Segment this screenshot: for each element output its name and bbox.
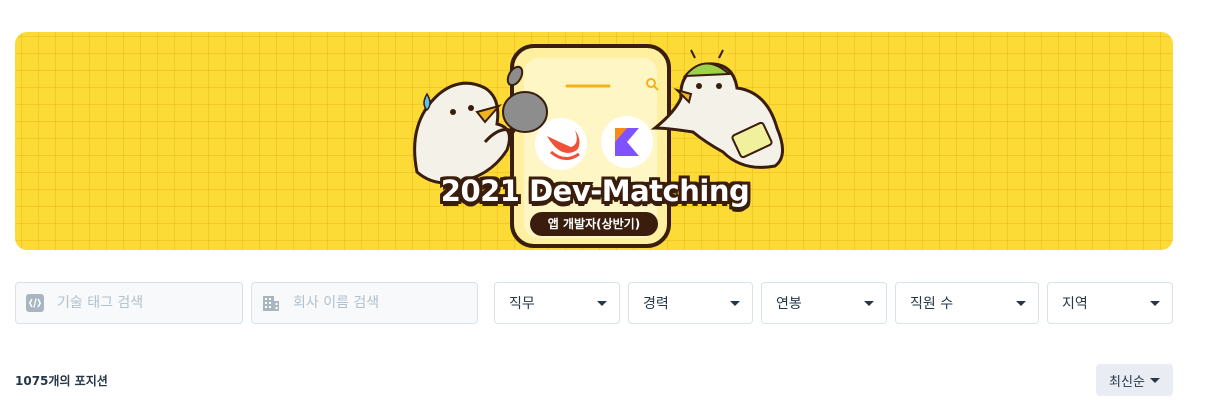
caret-down-icon [1016, 300, 1026, 306]
building-icon [262, 294, 280, 312]
sort-label: 최신순 [1109, 374, 1145, 390]
dropdown-label: 지역 [1062, 296, 1088, 312]
caret-down-icon [730, 300, 740, 306]
experience-dropdown[interactable]: 경력 [628, 282, 753, 324]
left-bird-illustration [413, 81, 516, 185]
company-name-search[interactable] [251, 282, 478, 324]
employee-count-dropdown[interactable]: 직원 수 [895, 282, 1039, 324]
position-count: 1075개의 포지션 [15, 374, 108, 388]
swift-icon [535, 118, 587, 170]
banner-title: 2021 Dev-Matching [440, 174, 750, 208]
salary-dropdown[interactable]: 연봉 [761, 282, 887, 324]
event-banner[interactable]: 2021 Dev-Matching 앱 개발자(상반기) [15, 32, 1173, 250]
region-dropdown[interactable]: 지역 [1047, 282, 1173, 324]
sort-dropdown[interactable]: 최신순 [1096, 364, 1173, 396]
banner-subtitle: 앱 개발자(상반기) [530, 212, 658, 236]
caret-down-icon [597, 300, 607, 306]
dropdown-label: 경력 [643, 296, 669, 312]
tech-tag-search-input[interactable] [57, 295, 217, 311]
job-role-dropdown[interactable]: 직무 [494, 282, 620, 324]
right-bird-illustration [650, 49, 784, 169]
dropdown-label: 연봉 [776, 296, 802, 312]
dropdown-label: 직무 [509, 296, 535, 312]
kotlin-icon [601, 116, 653, 168]
caret-down-icon [1149, 377, 1160, 383]
tech-tag-search[interactable] [15, 282, 243, 324]
code-icon [26, 294, 44, 312]
page: 2021 Dev-Matching 앱 개발자(상반기) 기술 태그 검색 회사… [0, 0, 1207, 406]
caret-down-icon [864, 300, 874, 306]
dropdown-label: 직원 수 [910, 296, 954, 312]
company-name-search-input[interactable] [293, 295, 453, 311]
caret-down-icon [1150, 300, 1160, 306]
